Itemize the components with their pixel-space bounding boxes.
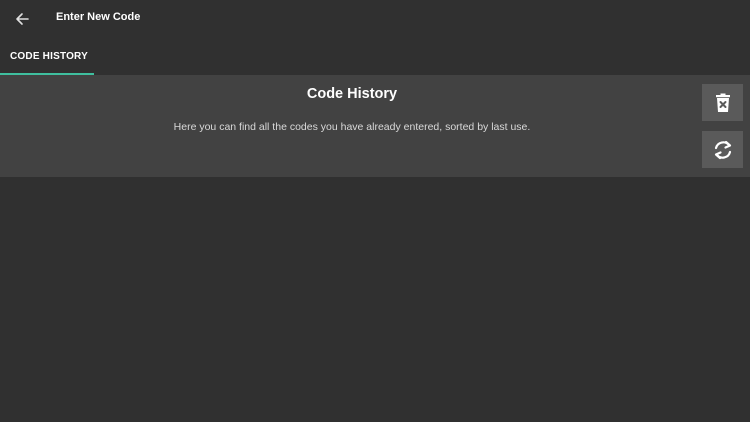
panel-description: Here you can find all the codes you have… [173,121,531,133]
arrow-left-icon [16,13,29,25]
page-title: Enter New Code [56,11,141,23]
trash-icon [715,93,730,112]
app-bar: Enter New Code [0,0,750,38]
back-button[interactable] [10,7,34,31]
tab-bar: CODE HISTORY [0,38,750,75]
tab-code-history[interactable]: CODE HISTORY [0,38,94,75]
panel-title: Code History [306,86,398,102]
delete-history-button[interactable] [702,84,743,121]
refresh-icon [714,140,731,159]
tab-label: CODE HISTORY [10,51,88,62]
code-history-panel: Code History Here you can find all the c… [0,75,750,177]
refresh-history-button[interactable] [702,131,743,168]
